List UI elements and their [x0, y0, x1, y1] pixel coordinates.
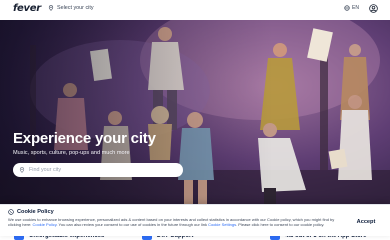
city-search-input[interactable] — [29, 167, 169, 173]
cookie-banner-header: Cookie Policy — [8, 209, 54, 215]
cookie-text-part: . You can also review your consent to ou… — [56, 222, 209, 228]
cookie-banner-text: We use cookies to enhance browsing exper… — [8, 217, 338, 227]
city-selector-label: Select your city — [57, 5, 94, 11]
language-selector[interactable]: EN — [344, 5, 359, 11]
city-selector[interactable]: Select your city — [48, 5, 94, 11]
cookie-banner-title: Cookie Policy — [17, 209, 54, 215]
location-pin-icon — [48, 5, 54, 11]
globe-icon — [344, 5, 350, 11]
location-pin-icon — [19, 167, 25, 173]
cookie-policy-link[interactable]: Cookie Policy — [32, 222, 56, 227]
top-bar: fever Select your city EN — [0, 0, 390, 20]
cookie-banner: Cookie Policy We use cookies to enhance … — [0, 204, 390, 236]
hero-subtitle: Music, sports, culture, pop-ups and much… — [13, 150, 130, 156]
accept-cookies-button[interactable]: Accept — [348, 216, 384, 229]
language-label: EN — [352, 5, 359, 11]
cookie-icon — [8, 209, 14, 215]
cookie-settings-link[interactable]: Cookie Settings — [208, 222, 236, 227]
hero-title: Experience your city — [13, 130, 156, 147]
cookie-text-part: . Please click here to consent to our co… — [236, 222, 325, 228]
fever-logo[interactable]: fever — [13, 3, 41, 14]
city-search-box[interactable] — [13, 163, 183, 177]
account-icon[interactable] — [369, 4, 378, 13]
